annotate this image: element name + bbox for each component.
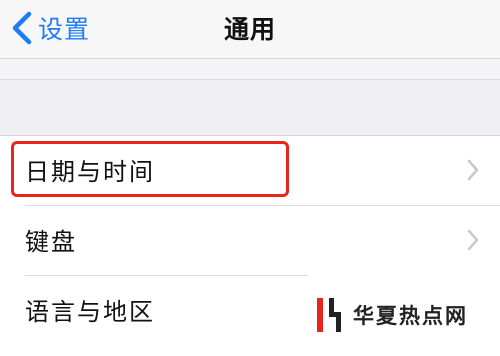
- navigation-bar: 设置 通用: [0, 0, 500, 59]
- chevron-right-icon: [467, 159, 479, 181]
- page-title: 通用: [223, 15, 276, 44]
- settings-item-label: 语言与地区: [25, 298, 155, 326]
- group-spacer: [0, 80, 500, 135]
- settings-item-label: 键盘: [25, 228, 77, 256]
- watermark: 华夏热点网: [315, 292, 468, 338]
- settings-item-keyboard[interactable]: 键盘: [0, 206, 500, 274]
- group-spacer-top: [0, 59, 500, 79]
- hx-logo-icon: [317, 298, 341, 332]
- watermark-text: 华夏热点网: [353, 303, 468, 328]
- chevron-right-icon: [467, 229, 479, 251]
- highlight-annotation: [11, 141, 289, 197]
